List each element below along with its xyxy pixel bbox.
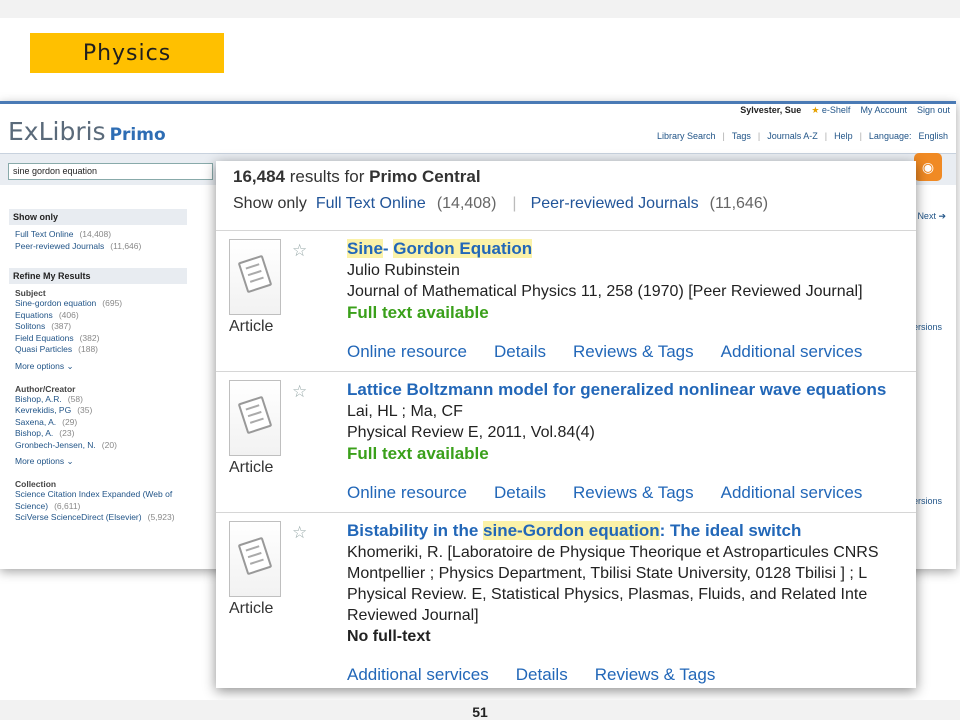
result-title[interactable]: Lattice Boltzmann model for generalized … (347, 379, 916, 401)
resource-type: Article (229, 318, 274, 335)
result-source-cont: Reviewed Journal] (347, 607, 479, 624)
article-thumbnail[interactable] (229, 239, 281, 315)
show-only-filters: Show only Full Text Online (14,408) | Pe… (233, 195, 769, 213)
versions-link[interactable]: ersions (913, 496, 942, 506)
star-icon: ★ (811, 105, 820, 115)
exlibris-logo: ExLibris Primo (8, 117, 166, 146)
tab-details[interactable]: Details (494, 342, 546, 362)
facet-item[interactable]: SciVerse ScienceDirect (Elsevier) (5,923) (9, 512, 187, 524)
result-actions: Online resource Details Reviews & Tags A… (347, 483, 889, 503)
nav-library-search[interactable]: Library Search (657, 131, 716, 141)
page-number: 51 (472, 704, 488, 720)
article-thumbnail[interactable] (229, 380, 281, 456)
result-title[interactable]: Bistability in the sine-Gordon equation:… (347, 520, 916, 542)
search-input[interactable]: sine gordon equation (8, 163, 213, 180)
my-account-link[interactable]: My Account (860, 105, 907, 116)
tab-online-resource[interactable]: Online resource (347, 483, 467, 503)
result-item: Article ☆ Sine- Gordon Equation Julio Ru… (216, 230, 916, 371)
add-to-eshelf-star-icon[interactable]: ☆ (292, 382, 307, 402)
tab-reviews-tags[interactable]: Reviews & Tags (595, 665, 716, 685)
facet-item[interactable]: Sine-gordon equation (695) (9, 298, 187, 310)
results-summary: 16,484 results for Primo Central (233, 167, 481, 186)
more-options-link[interactable]: More options ⌄ (9, 456, 187, 467)
user-bar: Sylvester, Sue ★ e-Shelf My Account Sign… (740, 105, 950, 116)
collection-label: Collection (15, 479, 57, 489)
facet-item[interactable]: Bishop, A.R. (58) (9, 394, 187, 406)
result-actions: Online resource Details Reviews & Tags A… (347, 342, 889, 362)
resource-type: Article (229, 600, 274, 617)
result-author: Lai, HL ; Ma, CF (347, 403, 463, 420)
subject-label: Subject (15, 288, 46, 298)
language-select[interactable]: English (918, 131, 948, 141)
document-icon (237, 536, 273, 576)
tab-reviews-tags[interactable]: Reviews & Tags (573, 342, 694, 362)
slide-top-band (0, 0, 960, 18)
availability-status[interactable]: Full text available (347, 443, 916, 464)
availability-status[interactable]: Full text available (347, 302, 916, 323)
show-only-label: Show only (233, 195, 307, 212)
facet-peer-reviewed[interactable]: Peer-reviewed Journals (11,646) (9, 241, 187, 253)
document-icon (237, 395, 273, 435)
result-source: Journal of Mathematical Physics 11, 258 … (347, 283, 863, 300)
refine-heading: Refine My Results (9, 268, 187, 284)
facet-item[interactable]: Saxena, A. (29) (9, 417, 187, 429)
document-icon (237, 254, 273, 294)
result-author: Khomeriki, R. [Laboratoire de Physique T… (347, 544, 879, 561)
user-name: Sylvester, Sue (740, 105, 802, 115)
author-label: Author/Creator (15, 383, 76, 394)
header-accent-line (0, 101, 956, 104)
tab-additional-services[interactable]: Additional services (721, 483, 863, 503)
tab-additional-services[interactable]: Additional services (347, 665, 489, 685)
tab-additional-services[interactable]: Additional services (721, 342, 863, 362)
result-item: Article ☆ Lattice Boltzmann model for ge… (216, 371, 916, 512)
nav-help[interactable]: Help (834, 131, 853, 141)
result-author: Julio Rubinstein (347, 262, 460, 279)
facet-item[interactable]: Bishop, A. (23) (9, 428, 187, 440)
result-affiliation: Montpellier ; Physics Department, Tbilis… (347, 565, 868, 582)
tab-details[interactable]: Details (516, 665, 568, 685)
next-page-link[interactable]: Next ➔ (917, 211, 946, 222)
add-to-eshelf-star-icon[interactable]: ☆ (292, 523, 307, 543)
result-actions: Additional services Details Reviews & Ta… (347, 665, 742, 685)
result-title[interactable]: Sine- Gordon Equation (347, 238, 916, 260)
resource-type: Article (229, 459, 274, 476)
filter-count: (14,408) (436, 195, 497, 212)
nav-tags[interactable]: Tags (732, 131, 751, 141)
facet-full-text[interactable]: Full Text Online (14,408) (9, 229, 187, 241)
results-zoom-panel: 16,484 results for Primo Central Show on… (216, 161, 916, 688)
slide-title: Physics (30, 33, 224, 73)
tab-online-resource[interactable]: Online resource (347, 342, 467, 362)
facet-item[interactable]: Science Citation Index Expanded (Web of … (9, 489, 187, 512)
nav-journals-az[interactable]: Journals A-Z (767, 131, 818, 141)
article-thumbnail[interactable] (229, 521, 281, 597)
filter-full-text-online[interactable]: Full Text Online (316, 195, 426, 213)
rss-icon[interactable]: ◉ (914, 153, 942, 181)
filter-count: (11,646) (709, 195, 769, 212)
chevron-down-icon: ⌄ (66, 360, 74, 371)
availability-status: No full-text (347, 628, 431, 645)
show-only-heading: Show only (9, 209, 187, 225)
add-to-eshelf-star-icon[interactable]: ☆ (292, 241, 307, 261)
facet-sidebar: Show only Full Text Online (14,408) Peer-… (9, 209, 187, 524)
facet-item[interactable]: Gronbech-Jensen, N. (20) (9, 440, 187, 452)
top-nav: Library Search | Tags | Journals A-Z | Help… (656, 131, 948, 141)
eshelf-link[interactable]: ★ e-Shelf (811, 105, 850, 116)
facet-item[interactable]: Solitons (387) (9, 321, 187, 333)
facet-item[interactable]: Equations (406) (9, 310, 187, 322)
filter-peer-reviewed[interactable]: Peer-reviewed Journals (531, 195, 699, 213)
tab-reviews-tags[interactable]: Reviews & Tags (573, 483, 694, 503)
versions-link[interactable]: ersions (913, 322, 942, 332)
sign-out-link[interactable]: Sign out (917, 105, 950, 116)
tab-details[interactable]: Details (494, 483, 546, 503)
result-item: Article ☆ Bistability in the sine-Gordon… (216, 512, 916, 688)
facet-item[interactable]: Kevrekidis, PG (35) (9, 405, 187, 417)
result-source: Physical Review. E, Statistical Physics,… (347, 586, 868, 603)
language-label: Language: (868, 131, 912, 141)
result-source: Physical Review E, 2011, Vol.84(4) (347, 424, 595, 441)
facet-item[interactable]: Field Equations (382) (9, 333, 187, 345)
more-options-link[interactable]: More options ⌄ (9, 361, 187, 372)
chevron-down-icon: ⌄ (66, 456, 74, 466)
facet-item[interactable]: Quasi Particles (188) (9, 344, 187, 356)
